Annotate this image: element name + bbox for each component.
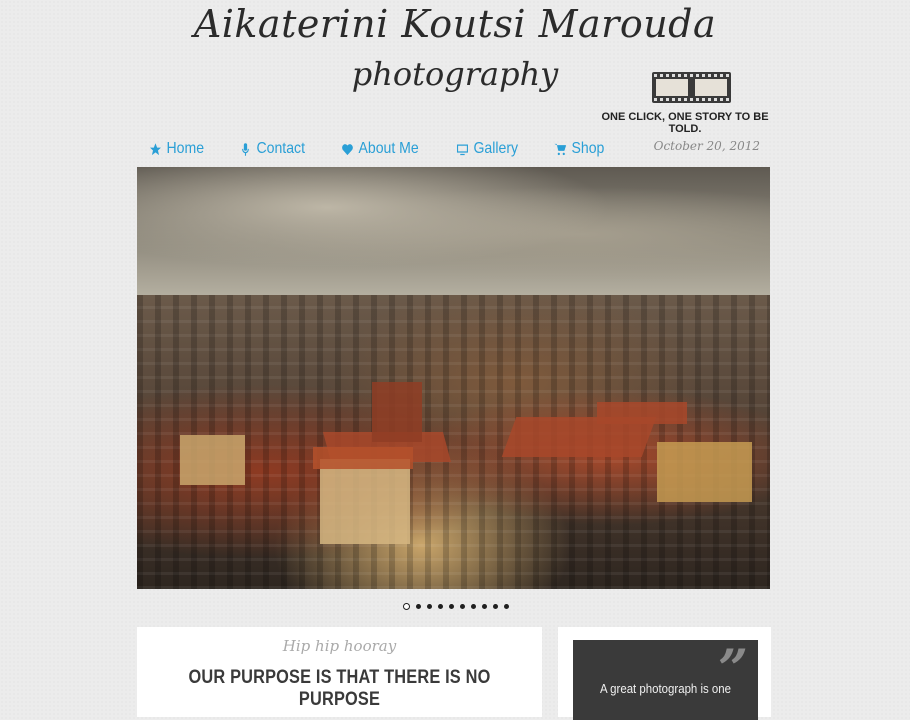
slider-dot[interactable] [482, 604, 487, 609]
quote-panel: ” A great photograph is one [558, 627, 771, 720]
nav-label-about: About Me [358, 140, 419, 157]
building-wall [372, 382, 422, 442]
building-wall [320, 459, 410, 544]
nav-label-shop: Shop [571, 140, 605, 157]
nav-label-home: Home [166, 140, 205, 157]
rooftop [313, 447, 413, 469]
quote-text: A great photograph is one [599, 681, 732, 696]
nav-item-gallery[interactable]: Gallery [455, 137, 518, 161]
slider-dot[interactable] [416, 604, 421, 609]
slider-dot[interactable] [504, 604, 509, 609]
slider-dot[interactable] [427, 604, 432, 609]
cart-icon [553, 141, 567, 157]
main-nav: Home Contact About Me Gallery Shop [148, 137, 637, 161]
slider-dot[interactable] [438, 604, 443, 609]
monitor-icon [455, 141, 469, 157]
article-panel: Hip hip hooray OUR PURPOSE IS THAT THERE… [137, 627, 542, 717]
article-kicker: Hip hip hooray [282, 637, 397, 655]
building-wall [657, 442, 752, 502]
nav-label-contact: Contact [256, 140, 305, 157]
slider-dot[interactable] [471, 604, 476, 609]
nav-item-about[interactable]: About Me [340, 137, 419, 161]
nav-item-contact[interactable]: Contact [238, 137, 305, 161]
slider-dot[interactable] [449, 604, 454, 609]
heart-icon [340, 141, 354, 157]
sky-area [137, 167, 770, 302]
building-wall [180, 435, 245, 485]
nav-label-gallery: Gallery [473, 140, 519, 157]
nav-item-shop[interactable]: Shop [553, 137, 604, 161]
quote-box: ” A great photograph is one [573, 640, 758, 720]
slider-dot[interactable] [493, 604, 498, 609]
slider-dot[interactable] [460, 604, 465, 609]
tagline: ONE CLICK, ONE STORY TO BE TOLD. [601, 111, 769, 135]
post-date: October 20, 2012 [653, 139, 760, 153]
rooftop [597, 402, 687, 424]
film-strip-icon [652, 72, 731, 103]
microphone-icon [238, 141, 252, 157]
slider-dot[interactable] [403, 603, 410, 610]
hero-slider-image[interactable] [137, 167, 770, 589]
nav-item-home[interactable]: Home [148, 137, 204, 161]
site-title[interactable]: Aikaterini Koutsi Marouda [0, 2, 910, 46]
article-headline[interactable]: OUR PURPOSE IS THAT THERE IS NO PURPOSE [165, 667, 513, 711]
star-icon [148, 141, 162, 157]
site-subtitle: photography [351, 55, 559, 93]
slider-dots [403, 603, 515, 610]
